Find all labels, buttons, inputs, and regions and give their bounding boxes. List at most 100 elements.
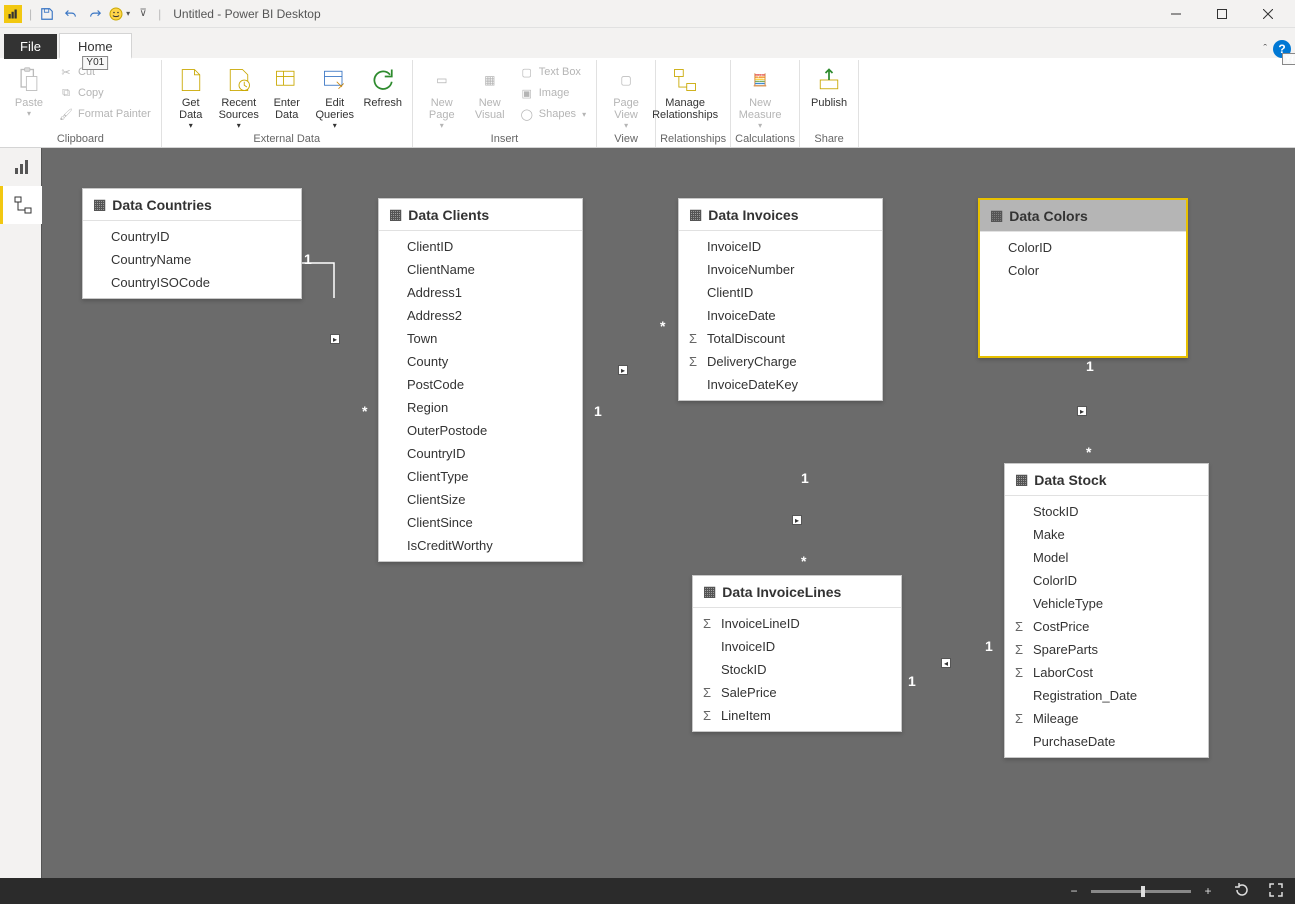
table-field[interactable]: CountryName bbox=[83, 248, 301, 271]
field-name: ColorID bbox=[1033, 573, 1077, 588]
table-field[interactable]: ClientSince bbox=[379, 511, 582, 534]
sigma-icon: Σ bbox=[1015, 665, 1023, 680]
relationship-joint[interactable]: ▸ bbox=[330, 334, 340, 344]
undo-icon[interactable] bbox=[60, 3, 82, 25]
table-field[interactable]: ΣTotalDiscount bbox=[679, 327, 882, 350]
help-icon[interactable]: ? Y( bbox=[1273, 40, 1291, 58]
relationship-joint[interactable]: ▸ bbox=[1077, 406, 1087, 416]
table-field[interactable]: Town bbox=[379, 327, 582, 350]
table-field[interactable]: ClientSize bbox=[379, 488, 582, 511]
table-field[interactable]: PurchaseDate bbox=[1005, 730, 1208, 753]
table-data-stock[interactable]: ▦Data Stock StockIDMakeModelColorIDVehic… bbox=[1004, 463, 1209, 758]
text-box-button[interactable]: ▢Text Box bbox=[515, 62, 590, 82]
page-view-button[interactable]: ▢Page View▾ bbox=[603, 62, 649, 132]
table-field[interactable]: ColorID bbox=[1005, 569, 1208, 592]
relationship-joint[interactable]: ▸ bbox=[618, 365, 628, 375]
fit-screen-icon[interactable] bbox=[1265, 882, 1287, 901]
table-field[interactable]: VehicleType bbox=[1005, 592, 1208, 615]
table-field[interactable]: ClientID bbox=[379, 235, 582, 258]
copy-button[interactable]: ⧉Copy bbox=[54, 83, 155, 103]
table-data-invoices[interactable]: ▦Data Invoices InvoiceIDInvoiceNumberCli… bbox=[678, 198, 883, 401]
table-data-countries[interactable]: ▦Data Countries CountryIDCountryNameCoun… bbox=[82, 188, 302, 299]
collapse-ribbon-icon[interactable]: ˆ bbox=[1263, 43, 1267, 55]
recent-sources-button[interactable]: Recent Sources▾ bbox=[216, 62, 262, 132]
model-view-button[interactable] bbox=[0, 186, 42, 224]
table-field[interactable]: CountryISOCode bbox=[83, 271, 301, 294]
table-field[interactable]: Region bbox=[379, 396, 582, 419]
qat-customize-icon[interactable]: ⊽ bbox=[132, 3, 154, 25]
table-field[interactable]: Σ LaborCost bbox=[1005, 661, 1208, 684]
table-field[interactable]: ΣMileage bbox=[1005, 707, 1208, 730]
image-button[interactable]: ▣Image bbox=[515, 83, 590, 103]
table-data-clients[interactable]: ▦Data Clients ClientIDClientNameAddress1… bbox=[378, 198, 583, 562]
new-page-button[interactable]: ▭New Page▾ bbox=[419, 62, 465, 132]
redo-icon[interactable] bbox=[84, 3, 106, 25]
zoom-out-button[interactable]: − bbox=[1063, 884, 1085, 898]
table-field[interactable]: ΣCostPrice bbox=[1005, 615, 1208, 638]
shapes-button[interactable]: ◯Shapes▾ bbox=[515, 104, 590, 124]
format-painter-button[interactable]: 🖌Format Painter bbox=[54, 104, 155, 124]
table-field[interactable]: County bbox=[379, 350, 582, 373]
new-measure-button[interactable]: 🧮New Measure▾ bbox=[737, 62, 783, 132]
manage-rel-icon bbox=[669, 64, 701, 96]
publish-button[interactable]: Publish bbox=[806, 62, 852, 111]
field-name: LaborCost bbox=[1033, 665, 1093, 680]
table-field[interactable]: InvoiceID bbox=[693, 635, 901, 658]
table-field[interactable]: ΣSalePrice bbox=[693, 681, 901, 704]
zoom-slider[interactable]: − + bbox=[1063, 884, 1219, 898]
enter-data-button[interactable]: Enter Data bbox=[264, 62, 310, 123]
edit-queries-icon bbox=[319, 64, 351, 96]
model-canvas[interactable]: 1 * ▸ 1 * ▸ 1 * ▸ 1 1 ◂ 1 * ▸ ▦Data Coun… bbox=[42, 148, 1295, 878]
table-field[interactable]: Make bbox=[1005, 523, 1208, 546]
zoom-in-button[interactable]: + bbox=[1197, 884, 1219, 898]
table-data-invoicelines[interactable]: ▦Data InvoiceLines ΣInvoiceLineIDInvoice… bbox=[692, 575, 902, 732]
table-field[interactable]: ΣSpareParts bbox=[1005, 638, 1208, 661]
shapes-icon: ◯ bbox=[519, 106, 535, 122]
close-button[interactable] bbox=[1245, 0, 1291, 28]
minimize-button[interactable] bbox=[1153, 0, 1199, 28]
table-field[interactable]: PostCode bbox=[379, 373, 582, 396]
tab-file[interactable]: File bbox=[4, 34, 57, 59]
refresh-button[interactable]: Refresh bbox=[360, 62, 406, 111]
table-field[interactable]: ClientID bbox=[679, 281, 882, 304]
table-field[interactable]: ClientName bbox=[379, 258, 582, 281]
save-icon[interactable] bbox=[36, 3, 58, 25]
table-field[interactable]: CountryID bbox=[379, 442, 582, 465]
table-field[interactable]: ΣDeliveryCharge bbox=[679, 350, 882, 373]
field-name: InvoiceDate bbox=[707, 308, 776, 323]
smiley-icon[interactable]: ▾ bbox=[108, 3, 130, 25]
table-field[interactable]: CountryID bbox=[83, 225, 301, 248]
table-field[interactable]: InvoiceID bbox=[679, 235, 882, 258]
ribbon-group-share: Publish Share bbox=[800, 60, 859, 147]
table-field[interactable]: OuterPostode bbox=[379, 419, 582, 442]
table-field[interactable]: IsCreditWorthy bbox=[379, 534, 582, 557]
paste-button[interactable]: Paste ▾ bbox=[6, 62, 52, 120]
new-visual-button[interactable]: ▦New Visual bbox=[467, 62, 513, 123]
page-view-icon: ▢ bbox=[610, 64, 642, 96]
table-data-colors[interactable]: ▦Data Colors ColorIDColor bbox=[978, 198, 1188, 358]
table-field[interactable]: ClientType bbox=[379, 465, 582, 488]
tab-home[interactable]: Home Y01 bbox=[59, 33, 132, 59]
table-field[interactable]: InvoiceNumber bbox=[679, 258, 882, 281]
table-field[interactable]: InvoiceDateKey bbox=[679, 373, 882, 396]
table-field[interactable]: ΣInvoiceLineID bbox=[693, 612, 901, 635]
table-field[interactable]: InvoiceDate bbox=[679, 304, 882, 327]
zoom-track[interactable] bbox=[1091, 890, 1191, 893]
table-field[interactable]: ΣLineItem bbox=[693, 704, 901, 727]
relationship-joint[interactable]: ◂ bbox=[941, 658, 951, 668]
edit-queries-button[interactable]: Edit Queries▾ bbox=[312, 62, 358, 132]
table-field[interactable]: Color bbox=[980, 259, 1186, 282]
report-view-button[interactable] bbox=[0, 148, 42, 186]
reset-view-icon[interactable] bbox=[1231, 882, 1253, 901]
table-field[interactable]: Address1 bbox=[379, 281, 582, 304]
table-field[interactable]: Registration_Date bbox=[1005, 684, 1208, 707]
get-data-button[interactable]: Get Data▾ bbox=[168, 62, 214, 132]
table-field[interactable]: Model bbox=[1005, 546, 1208, 569]
table-field[interactable]: StockID bbox=[1005, 500, 1208, 523]
table-field[interactable]: ColorID bbox=[980, 236, 1186, 259]
manage-relationships-button[interactable]: Manage Relationships bbox=[662, 62, 708, 123]
maximize-button[interactable] bbox=[1199, 0, 1245, 28]
relationship-joint[interactable]: ▸ bbox=[792, 515, 802, 525]
table-field[interactable]: StockID bbox=[693, 658, 901, 681]
table-field[interactable]: Address2 bbox=[379, 304, 582, 327]
